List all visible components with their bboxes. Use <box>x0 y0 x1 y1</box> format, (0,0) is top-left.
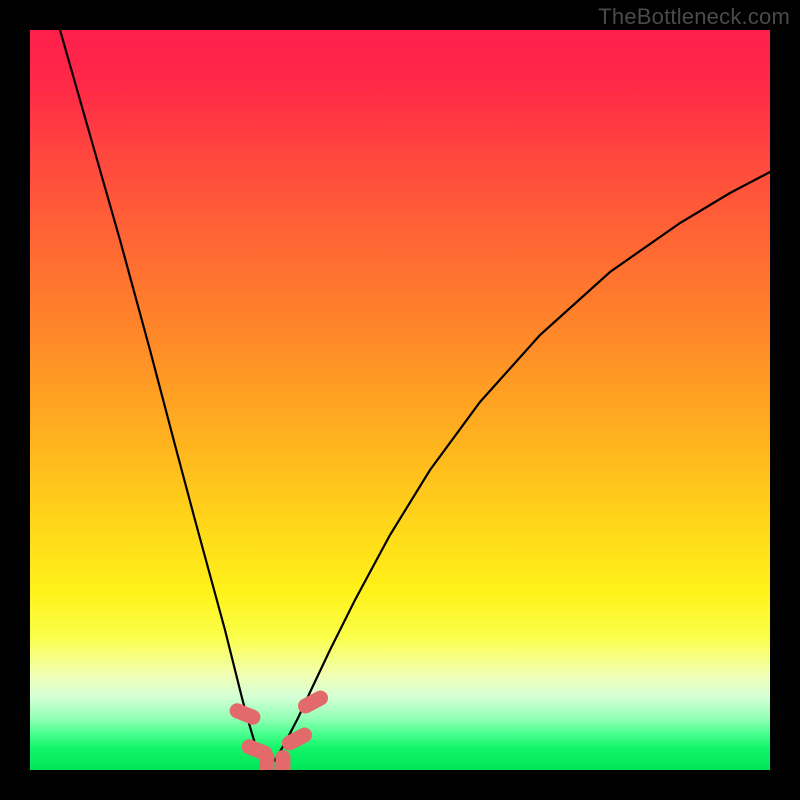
marker-pill <box>276 750 291 770</box>
watermark-text: TheBottleneck.com <box>598 4 790 30</box>
curve-svg <box>30 30 770 770</box>
marker-pill <box>279 725 314 753</box>
plot-area <box>30 30 770 770</box>
curve-layer <box>60 30 770 770</box>
curve-right-branch <box>267 172 770 770</box>
curve-left-branch <box>60 30 267 770</box>
marker-pill <box>260 750 275 770</box>
chart-frame: TheBottleneck.com <box>0 0 800 800</box>
